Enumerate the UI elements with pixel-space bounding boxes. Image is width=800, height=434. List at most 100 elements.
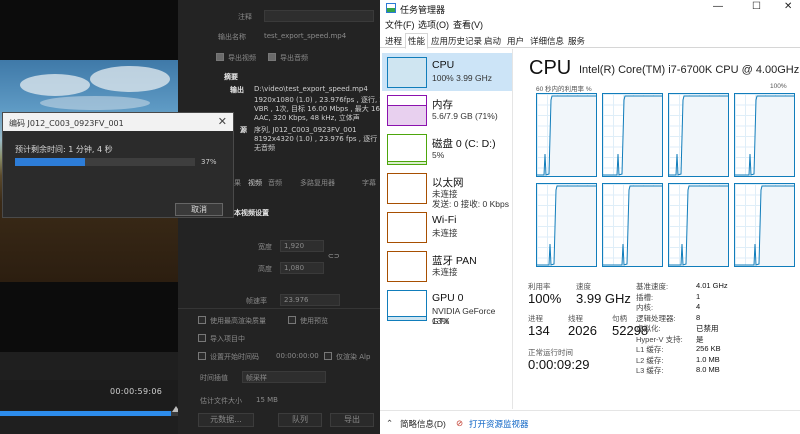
export-audio-checkbox[interactable] <box>268 53 276 61</box>
task-manager-window: 任务管理器 — ☐ ✕ 文件(F) 选项(O) 查看(V) 进程 性能 应用历史… <box>380 0 800 434</box>
chevron-up-icon[interactable]: ⌃ <box>386 418 393 429</box>
menu-bar: 文件(F) 选项(O) 查看(V) <box>380 17 800 31</box>
encoding-progress-percent: 37% <box>201 158 217 166</box>
detail-value: 8 <box>696 312 701 322</box>
tab-effects[interactable]: 果 <box>234 178 241 188</box>
minimize-icon[interactable]: — <box>713 1 723 12</box>
metadata-button[interactable]: 元数据... <box>198 413 254 427</box>
sidebar-item-value: 未连接 <box>432 228 458 238</box>
export-audio-label: 导出音频 <box>280 54 308 62</box>
tab-startup[interactable]: 启动 <box>482 34 503 48</box>
menu-options[interactable]: 选项(O) <box>418 18 449 31</box>
detail-value: 1 <box>696 291 701 301</box>
detail-key: L2 缓存: <box>636 355 664 365</box>
sidebar-item[interactable]: 内存 5.6/7.9 GB (71%) <box>382 91 512 129</box>
link-icon[interactable]: ⊂⊃ <box>328 252 340 260</box>
tab-bar: 进程 性能 应用历史记录 启动 用户 详细信息 服务 <box>380 32 800 49</box>
tab-services[interactable]: 服务 <box>566 34 587 48</box>
tab-multiplexer[interactable]: 多路复用器 <box>300 178 335 188</box>
use-preview-label: 使用预览 <box>300 317 328 325</box>
title-bar: 任务管理器 — ☐ ✕ <box>380 0 800 16</box>
tab-users[interactable]: 用户 <box>505 34 526 48</box>
sidebar-item[interactable]: 磁盘 0 (C: D:) 5% <box>382 130 512 168</box>
detail-value: 4 <box>696 302 701 311</box>
speed-value: 3.99 GHz <box>576 291 631 306</box>
bottom-bar: ⌃ 简略信息(D) ⊘ 打开资源监视器 <box>380 410 800 434</box>
resource-monitor-icon: ⊘ <box>456 418 464 428</box>
utilization-value: 100% <box>528 291 562 306</box>
cpu-core-graphs[interactable] <box>536 93 795 271</box>
output-name-label: 输出名称 <box>218 33 246 41</box>
summary-heading: 摘要 <box>224 73 238 81</box>
window-title: 任务管理器 <box>400 5 446 15</box>
timeline-scrubber[interactable] <box>0 411 178 416</box>
basic-video-settings-heading: 本视频设置 <box>234 209 269 217</box>
open-resource-monitor-link[interactable]: 打开资源监视器 <box>469 418 529 430</box>
fewer-details-link[interactable]: 简略信息(D) <box>400 418 446 430</box>
detail-key: 虚拟化: <box>636 324 661 333</box>
cpu-core-graph <box>734 93 795 177</box>
cpu-core-graph <box>536 93 597 177</box>
start-timecode-label: 设置开始时间码 <box>210 353 259 361</box>
cpu-core-graph <box>536 183 597 267</box>
sidebar-item-value: 5% <box>432 150 445 160</box>
width-value: 1,920 <box>284 242 305 250</box>
cpu-core-graph <box>668 183 729 267</box>
sidebar-item-name: CPU <box>432 59 455 71</box>
sidebar-item[interactable]: 蓝牙 PAN 未连接 <box>382 247 512 285</box>
sidebar-item-value-2: 13% <box>432 316 450 326</box>
tab-app-history[interactable]: 应用历史记录 <box>429 34 484 48</box>
detail-value: 是 <box>696 334 704 344</box>
width-label: 宽度 <box>258 243 272 251</box>
sidebar-thumbnail <box>387 134 427 165</box>
height-label: 高度 <box>258 265 272 273</box>
cpu-core-graph <box>602 183 663 267</box>
queue-button[interactable]: 队列 <box>278 413 322 427</box>
graph-axis-label: 60 秒内的利用率 % <box>536 86 592 93</box>
sidebar-item-value: 5.6/7.9 GB (71%) <box>432 111 498 121</box>
sidebar-item[interactable]: 以太网 未连接 发送: 0 接收: 0 Kbps <box>382 169 512 209</box>
sidebar-item[interactable]: CPU 100% 3.99 GHz <box>382 53 512 91</box>
start-timecode-checkbox[interactable] <box>198 352 206 360</box>
encoding-progress-bar <box>15 158 195 166</box>
export-video-checkbox[interactable] <box>216 53 224 61</box>
tab-processes[interactable]: 进程 <box>383 34 404 48</box>
sidebar-item[interactable]: GPU 0 NVIDIA GeForce GTX 13% <box>382 286 512 326</box>
detail-key: 基准速度: <box>636 282 669 291</box>
sidebar-item-name: 以太网 <box>432 177 464 189</box>
sidebar-thumbnail <box>387 212 427 243</box>
tab-details[interactable]: 详细信息 <box>528 34 566 48</box>
comment-input[interactable] <box>264 10 374 22</box>
max-render-quality-checkbox[interactable] <box>198 316 206 324</box>
timeline-timecode: 00:00:59:06 <box>110 387 163 396</box>
tab-performance[interactable]: 性能 <box>405 33 429 49</box>
encoding-dialog-titlebar: 编码 J012_C003_0923FV_001 ✕ <box>3 113 233 131</box>
height-value: 1,080 <box>284 264 305 272</box>
render-alpha-checkbox[interactable] <box>324 352 332 360</box>
import-to-project-checkbox[interactable] <box>198 334 206 342</box>
time-interpolation-value: 帧采样 <box>246 374 267 382</box>
time-interpolation-label: 时间插值 <box>200 374 228 382</box>
menu-view[interactable]: 查看(V) <box>453 18 483 31</box>
encoding-dialog: 编码 J012_C003_0923FV_001 ✕ 预计剩余时间: 1 分钟, … <box>2 112 234 218</box>
menu-file[interactable]: 文件(F) <box>385 18 415 31</box>
tab-captions[interactable]: 字幕 <box>362 178 376 188</box>
output-name-link[interactable]: test_export_speed.mp4 <box>264 32 346 40</box>
estimated-size-label: 估计文件大小 <box>200 397 242 405</box>
tab-audio[interactable]: 音频 <box>268 178 282 188</box>
cpu-core-graph <box>602 93 663 177</box>
start-timecode-value[interactable]: 00:00:00:00 <box>276 352 319 360</box>
export-app: 00:00:59:06 注释 输出名称 test_export_speed.mp… <box>0 0 380 434</box>
detail-key: Hyper-V 支持: <box>636 334 683 344</box>
export-button[interactable]: 导出 <box>330 413 374 427</box>
close-icon[interactable]: ✕ <box>218 115 227 128</box>
sidebar-item[interactable]: Wi-Fi 未连接 <box>382 208 512 246</box>
maximize-icon[interactable]: ☐ <box>752 1 761 12</box>
processes-value: 134 <box>528 323 550 338</box>
use-preview-checkbox[interactable] <box>288 316 296 324</box>
threads-value: 2026 <box>568 323 597 338</box>
render-alpha-label: 仅渲染 Alp <box>336 353 371 361</box>
cancel-button[interactable]: 取消 <box>175 203 223 216</box>
close-window-icon[interactable]: ✕ <box>784 1 792 12</box>
tab-video[interactable]: 视频 <box>248 178 262 188</box>
